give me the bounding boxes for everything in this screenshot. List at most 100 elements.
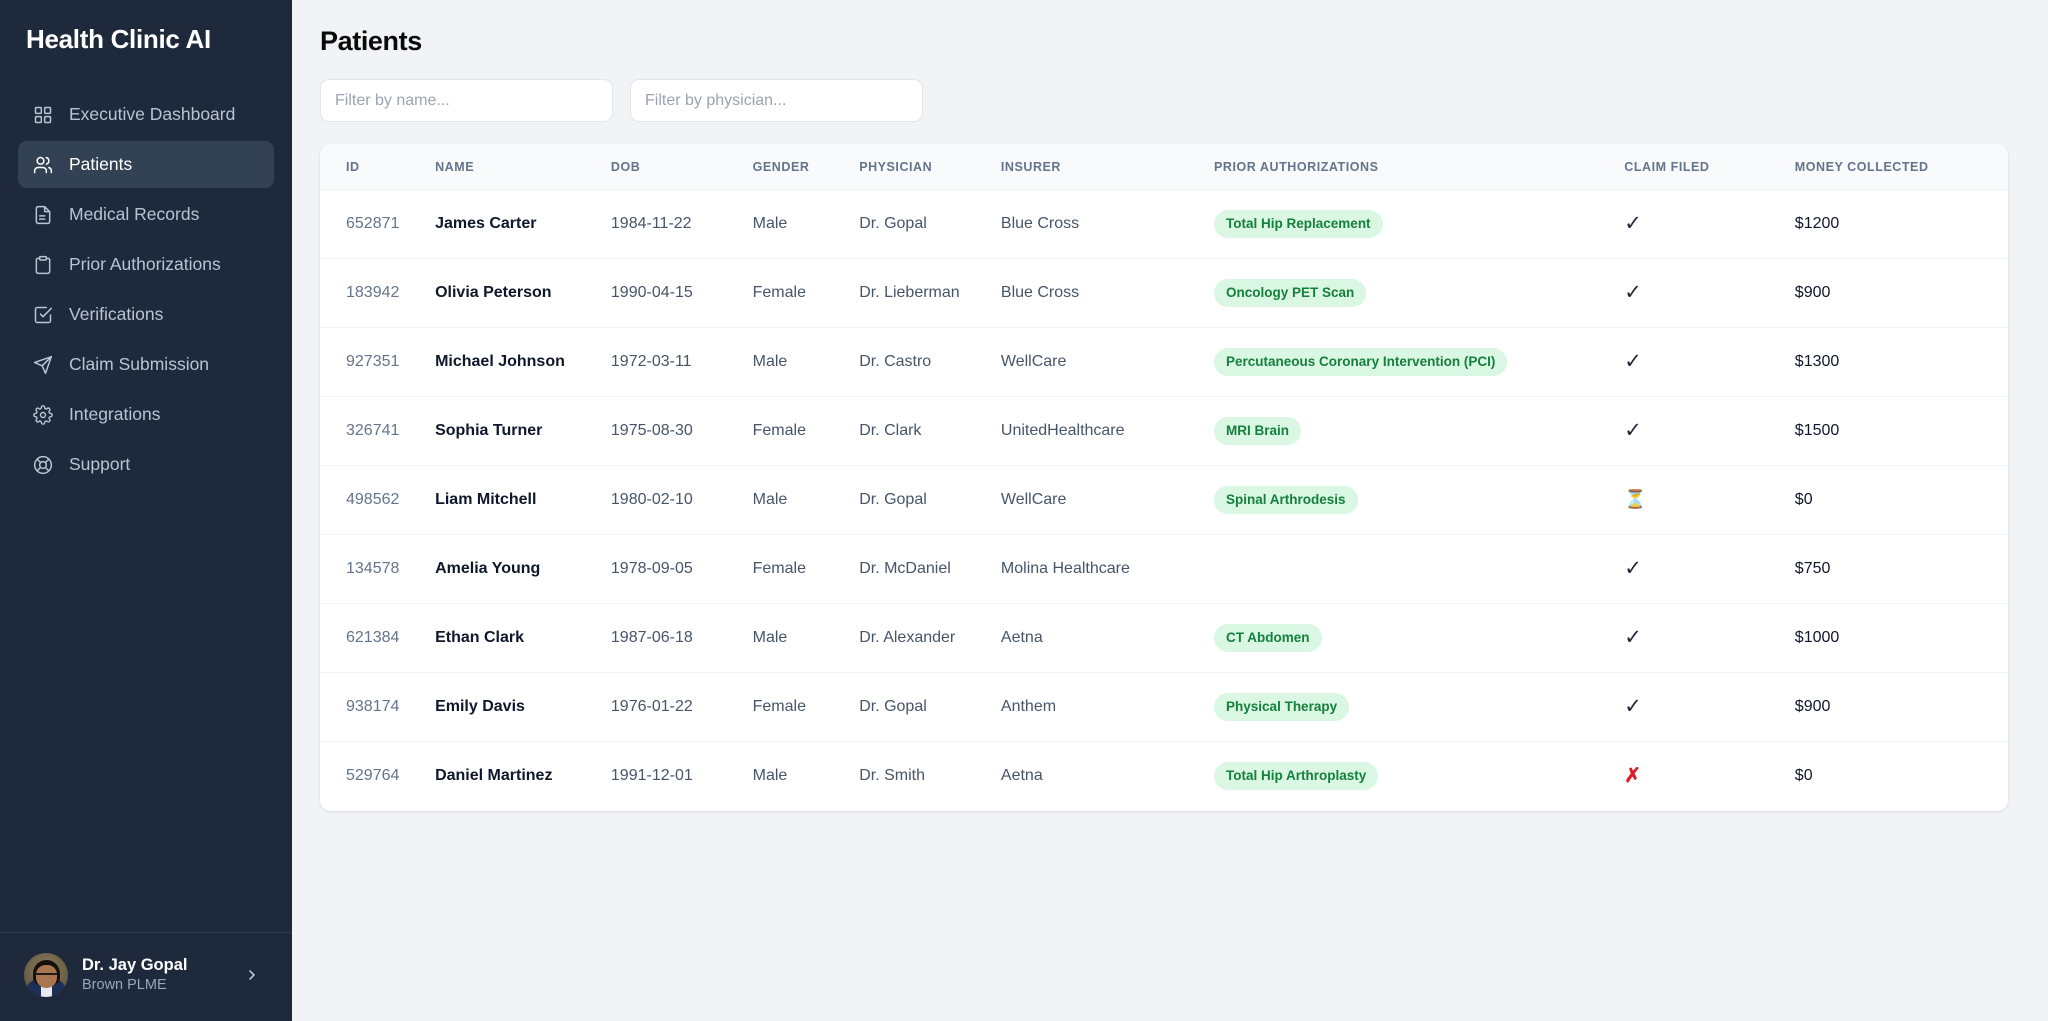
cell-gender: Male [752,767,788,785]
cell-name: Ethan Clark [435,603,611,673]
cell-name: Olivia Peterson [435,258,611,328]
check-icon: ✓ [1624,212,1642,235]
cell-claim-filed: ✗ [1624,742,1795,811]
life-buoy-icon [32,454,53,475]
column-header-money-collected[interactable]: MONEY COLLECTED [1794,144,2008,190]
check-icon: ✓ [1624,626,1642,649]
prior-auth-badge: CT Abdomen [1214,624,1322,652]
sidebar-item-verifications[interactable]: Verifications [18,291,274,338]
table-row[interactable]: 652871 James Carter 1984-11-22 Male Dr. Gopa… [320,189,2008,259]
cell-physician: Dr. Gopal [859,189,1001,259]
table-row[interactable]: 938174 Emily Davis 1976-01-22 Female Dr. Gop… [320,672,2008,742]
sidebar-item-patients[interactable]: Patients [18,141,274,189]
cell-name: Emily Davis [435,672,611,742]
cell-prior-authorizations: Spinal Arthrodesis [1214,465,1625,535]
cell-insurer: Aetna [1000,767,1043,785]
physician-filter-input[interactable] [630,79,923,122]
cell-gender: Female [752,534,860,604]
app-root: Health Clinic AI Executive Dashboard Pati… [0,0,2048,1021]
sidebar-item-label: Claim Submission [69,354,210,375]
cell-prior-authorizations: Physical Therapy [1214,672,1625,742]
profile-org: Brown PLME [82,977,167,994]
check-icon: ✓ [1624,695,1642,718]
sidebar-item-label: Medical Records [69,204,200,225]
prior-auth-badge: Spinal Arthrodesis [1214,486,1358,514]
column-header-gender[interactable]: GENDER [752,144,860,190]
column-header-claim-filed[interactable]: CLAIM FILED [1624,144,1795,190]
cross-icon: ✗ [1624,764,1642,787]
cell-dob: 1991-12-01 [610,767,693,785]
sidebar-item-label: Verifications [69,304,164,325]
sidebar-item-executive-dashboard[interactable]: Executive Dashboard [18,91,274,138]
column-header-prior-authorizations[interactable]: PRIOR AUTHORIZATIONS [1214,144,1625,190]
sidebar-item-label: Patients [69,154,133,175]
cell-money-collected: $1500 [1794,396,2008,466]
cell-insurer: UnitedHealthcare [1000,396,1215,466]
cell-claim-filed: ✓ [1624,603,1795,673]
sidebar-item-integrations[interactable]: Integrations [18,391,274,438]
cell-claim-filed: ✓ [1624,534,1795,604]
cell-dob: 1975-08-30 [610,396,753,466]
cell-id: 498562 [320,465,436,535]
sidebar-item-prior-authorizations[interactable]: Prior Authorizations [18,241,274,288]
check-icon: ✓ [1624,281,1642,304]
cell-money-collected: $900 [1794,258,2008,328]
check-square-icon [32,304,53,325]
table-row[interactable]: 621384 Ethan Clark 1987-06-18 Male Dr. Alexa… [320,603,2008,673]
column-header-dob[interactable]: DOB [610,144,753,190]
sidebar-profile-section: Dr. Jay Gopal Brown PLME [0,932,292,1021]
sidebar-item-support[interactable]: Support [18,441,274,488]
cell-physician: Dr. Clark [859,396,1001,466]
table-row[interactable]: 529764 Daniel Martinez 1991-12-01 Male Dr. S… [320,742,2008,811]
cell-name: James Carter [435,189,611,259]
cell-claim-filed: ✓ [1624,189,1795,259]
cell-dob: 1990-04-15 [610,258,753,328]
cell-physician: Dr. Gopal [859,672,1001,742]
cell-id: 621384 [320,603,436,673]
sidebar-item-label: Support [69,454,131,475]
cell-gender: Female [752,258,860,328]
cell-gender: Male [752,189,860,259]
cell-dob: 1976-01-22 [610,672,753,742]
table-row[interactable]: 326741 Sophia Turner 1975-08-30 Female Dr. C… [320,396,2008,466]
prior-auth-badge: MRI Brain [1214,417,1302,445]
column-header-id[interactable]: ID [320,144,436,190]
sidebar-nav: Executive Dashboard Patients Medical Recor… [0,91,292,488]
cell-money-collected: $1000 [1794,603,2008,673]
table-body: 652871 James Carter 1984-11-22 Male Dr. Gopa… [320,189,2008,811]
table-row[interactable]: 134578 Amelia Young 1978-09-05 Female Dr. Mc… [320,534,2008,604]
sidebar: Health Clinic AI Executive Dashboard Pati… [0,0,292,1021]
clipboard-icon [32,254,53,275]
column-header-name[interactable]: NAME [435,144,611,190]
sidebar-item-label: Executive Dashboard [69,104,236,125]
cell-id: 927351 [320,327,436,397]
cell-gender: Male [752,327,860,397]
sidebar-item-medical-records[interactable]: Medical Records [18,191,274,238]
cell-insurer: Blue Cross [1000,258,1215,328]
column-header-insurer[interactable]: INSURER [1000,144,1215,190]
sidebar-item-label: Integrations [69,404,161,425]
name-filter-input[interactable] [320,79,613,122]
cell-physician: Dr. Castro [859,327,1001,397]
app-brand-title: Health Clinic AI [26,24,211,54]
table-row[interactable]: 498562 Liam Mitchell 1980-02-10 Male Dr. Gop… [320,465,2008,535]
table-row[interactable]: 927351 Michael Johnson 1972-03-11 Male Dr. C… [320,327,2008,397]
cell-claim-filed: ✓ [1624,258,1795,328]
cell-insurer: WellCare [1000,327,1215,397]
user-profile-button[interactable]: Dr. Jay Gopal Brown PLME [16,947,276,1003]
gear-icon [32,404,53,425]
cell-money-collected: $1300 [1794,327,2008,397]
check-icon: ✓ [1624,419,1642,442]
grid-icon [32,104,53,125]
cell-physician: Dr. Alexander [859,603,1001,673]
chevron-right-icon[interactable] [244,967,268,983]
sidebar-item-claim-submission[interactable]: Claim Submission [18,341,274,388]
cell-gender: Female [752,396,860,466]
table-row[interactable]: 183942 Olivia Peterson 1990-04-15 Female Dr.… [320,258,2008,328]
cell-physician: Dr. Gopal [859,465,1001,535]
cell-prior-authorizations: Percutaneous Coronary Intervention (PCI) [1214,327,1625,397]
users-icon [32,154,53,175]
avatar [24,953,68,997]
cell-money-collected: $750 [1794,534,2008,604]
column-header-physician[interactable]: PHYSICIAN [859,144,1001,190]
